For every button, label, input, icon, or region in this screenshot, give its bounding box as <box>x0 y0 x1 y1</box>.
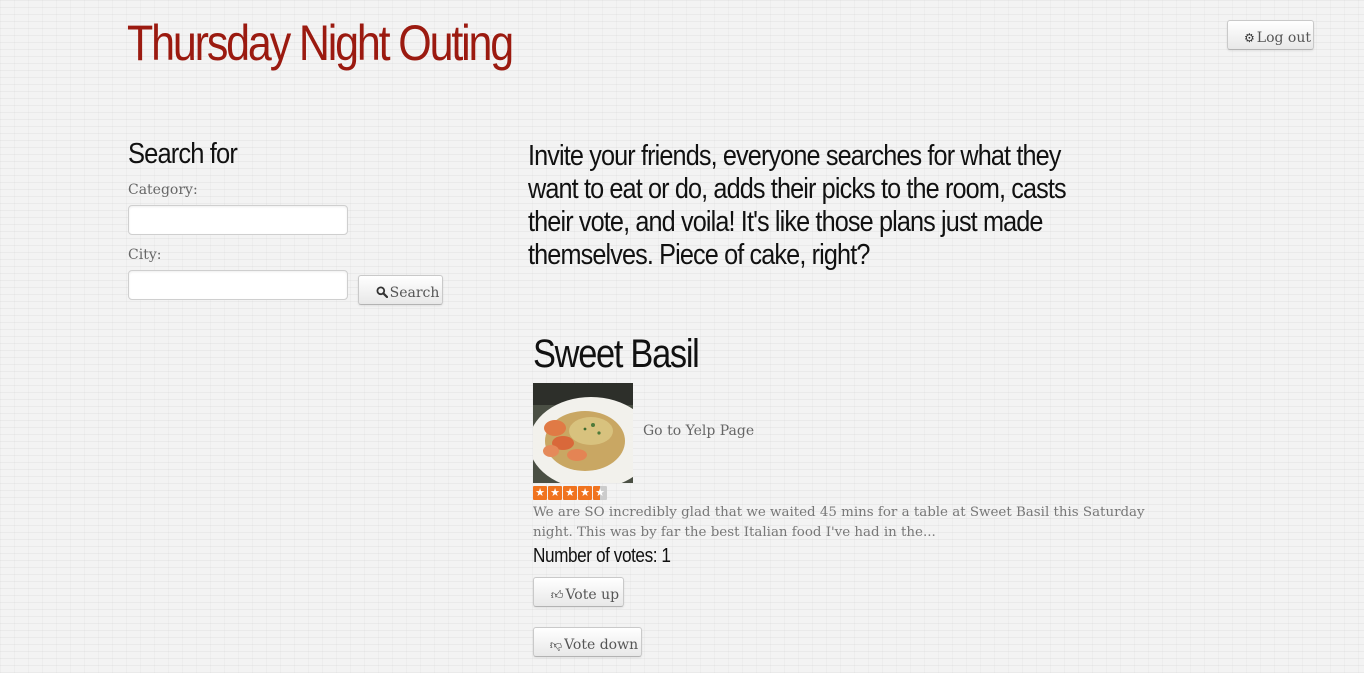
review-snippet: We are SO incredibly glad that we waited… <box>533 505 1145 540</box>
vote-down-button[interactable]: 👎︎ Vote down <box>533 627 642 657</box>
site-title: Thursday Night Outing <box>127 15 514 71</box>
logout-button[interactable]: ⚙ Log out <box>1227 20 1314 50</box>
rating-star: ★ <box>578 486 592 500</box>
rating-star: ★ <box>533 486 547 500</box>
result-name: Sweet Basil <box>533 332 700 376</box>
search-button-label: Search <box>389 284 440 301</box>
result-photo <box>533 383 633 483</box>
search-icon <box>376 286 388 300</box>
logout-label: Log out <box>1256 29 1311 46</box>
thumbs-up-icon: 👍︎ <box>550 587 564 602</box>
category-input[interactable] <box>128 205 348 235</box>
search-button[interactable]: Search <box>358 275 443 305</box>
category-label: Category: <box>128 182 198 198</box>
city-input[interactable] <box>128 270 348 300</box>
city-label: City: <box>128 247 162 263</box>
rating-star: ★ <box>563 486 577 500</box>
vote-up-label: Vote up <box>565 586 620 603</box>
vote-down-label: Vote down <box>564 636 639 653</box>
rating-star: ★ <box>548 486 562 500</box>
intro-text: Invite your friends, everyone searches f… <box>528 140 1067 271</box>
thumbs-down-icon: 👎︎ <box>549 637 563 652</box>
vote-count: Number of votes: 1 <box>533 545 671 567</box>
vote-up-button[interactable]: 👍︎ Vote up <box>533 577 624 607</box>
search-heading: Search for <box>128 138 238 170</box>
rating-stars: ★ ★ ★ ★ ★ <box>533 486 607 500</box>
rating-star: ★ <box>593 486 607 500</box>
yelp-page-link[interactable]: Go to Yelp Page <box>643 423 754 439</box>
gear-icon: ⚙ <box>1244 30 1255 45</box>
